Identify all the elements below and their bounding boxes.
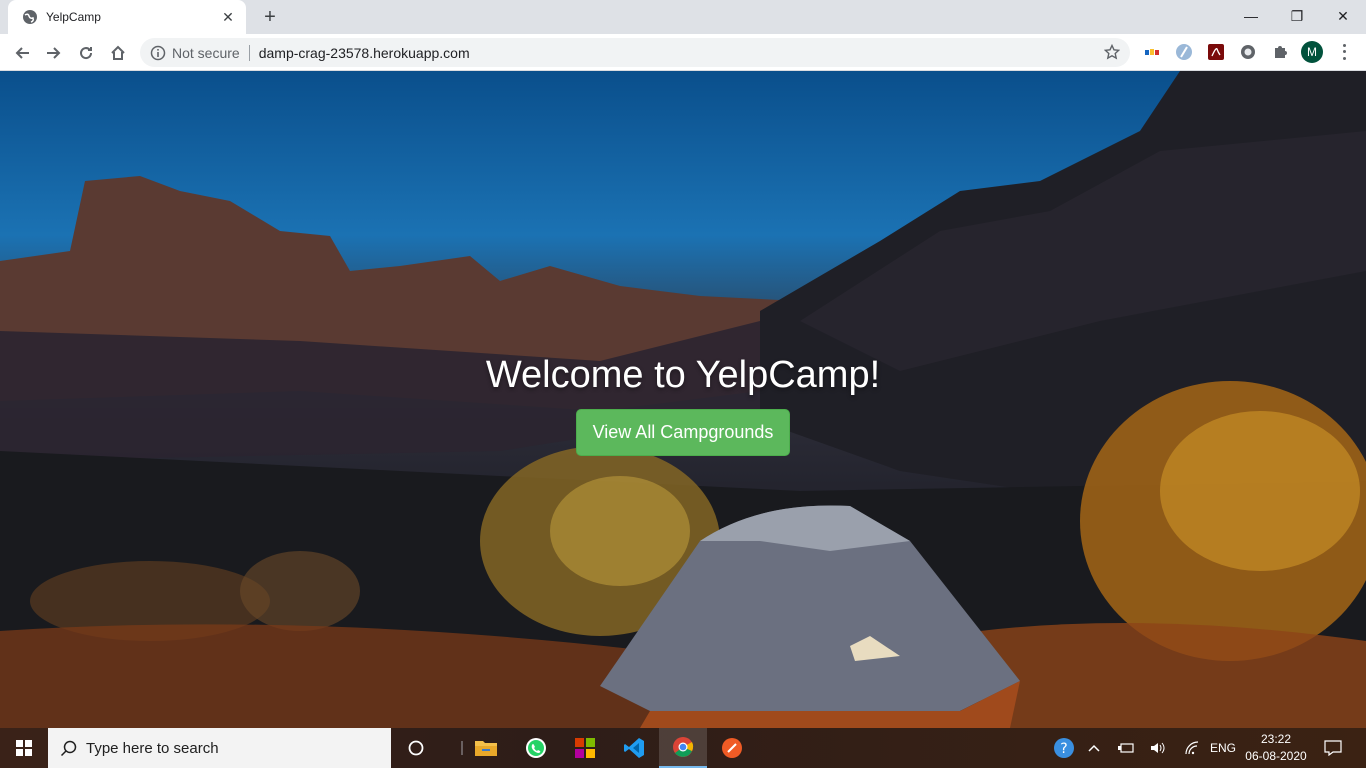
search-placeholder: Type here to search bbox=[86, 739, 219, 757]
divider bbox=[248, 44, 250, 61]
vscode-taskbar-button[interactable] bbox=[610, 728, 658, 768]
notification-icon bbox=[1324, 740, 1342, 756]
whatsapp-taskbar-button[interactable] bbox=[512, 728, 560, 768]
whatsapp-icon bbox=[526, 738, 546, 758]
show-hidden-icons-button[interactable] bbox=[1084, 728, 1104, 768]
tab-yelpcamp[interactable]: YelpCamp ✕ bbox=[8, 0, 246, 34]
battery-icon bbox=[1118, 743, 1134, 753]
url-text[interactable]: damp-crag-23578.herokuapp.com bbox=[259, 45, 470, 61]
forward-button[interactable] bbox=[40, 39, 68, 67]
chevron-up-icon bbox=[1088, 744, 1100, 752]
view-all-campgrounds-button[interactable]: View All Campgrounds bbox=[575, 409, 791, 456]
volume-tray-button[interactable] bbox=[1148, 728, 1168, 768]
back-button[interactable] bbox=[8, 39, 36, 67]
minimize-button[interactable]: — bbox=[1228, 0, 1274, 32]
arrow-right-icon bbox=[47, 47, 61, 59]
windows-taskbar: Type here to search ? ENG 23:22 06-08-20… bbox=[0, 728, 1366, 768]
vscode-icon bbox=[624, 738, 644, 758]
pdf-extension-icon[interactable] bbox=[1207, 43, 1225, 61]
close-window-button[interactable]: ✕ bbox=[1320, 0, 1366, 32]
browser-toolbar: Not secure damp-crag-23578.herokuapp.com… bbox=[0, 34, 1366, 71]
postman-icon bbox=[722, 738, 742, 758]
hero-section: Welcome to YelpCamp! View All Campground… bbox=[0, 71, 1366, 728]
language-indicator[interactable]: ENG bbox=[1208, 728, 1238, 768]
extension-tricolor-icon[interactable] bbox=[1143, 43, 1161, 61]
svg-text:?: ? bbox=[1060, 741, 1067, 757]
network-tray-button[interactable] bbox=[1182, 728, 1202, 768]
restore-button[interactable]: ❐ bbox=[1274, 0, 1320, 32]
info-icon[interactable] bbox=[150, 45, 166, 61]
extension-blue-icon[interactable] bbox=[1175, 43, 1193, 61]
new-tab-button[interactable]: + bbox=[258, 5, 282, 29]
more-menu-icon[interactable] bbox=[1336, 42, 1352, 62]
page-title: Welcome to YelpCamp! bbox=[485, 354, 881, 396]
puzzle-extensions-icon[interactable] bbox=[1271, 43, 1289, 61]
security-label: Not secure bbox=[172, 44, 240, 61]
windows-logo-icon bbox=[16, 740, 32, 756]
globe-icon bbox=[22, 9, 38, 25]
address-bar[interactable]: Not secure damp-crag-23578.herokuapp.com bbox=[140, 38, 1130, 67]
help-tray-button[interactable]: ? bbox=[1050, 728, 1078, 768]
notifications-button[interactable] bbox=[1318, 728, 1348, 768]
file-explorer-taskbar-button[interactable] bbox=[462, 728, 510, 768]
reload-button[interactable] bbox=[72, 39, 100, 67]
help-question-icon: ? bbox=[1054, 738, 1074, 758]
chrome-taskbar-button[interactable] bbox=[659, 728, 707, 768]
extension-circle-icon[interactable] bbox=[1239, 43, 1257, 61]
speaker-icon bbox=[1151, 742, 1165, 754]
cortana-circle-icon bbox=[408, 740, 424, 756]
system-clock[interactable]: 23:22 06-08-2020 bbox=[1236, 731, 1316, 765]
clock-date: 06-08-2020 bbox=[1245, 749, 1307, 763]
office-apps-icon bbox=[575, 738, 595, 758]
battery-tray-button[interactable] bbox=[1116, 728, 1136, 768]
cortana-button[interactable] bbox=[392, 728, 440, 768]
home-icon bbox=[111, 45, 125, 60]
postman-taskbar-button[interactable] bbox=[708, 728, 756, 768]
arrow-left-icon bbox=[15, 47, 29, 59]
windows-start-button[interactable] bbox=[0, 728, 48, 768]
tab-title: YelpCamp bbox=[46, 10, 101, 24]
browser-tab-strip: YelpCamp ✕ + — ❐ ✕ bbox=[0, 0, 1366, 34]
landing-page: Welcome to YelpCamp! View All Campground… bbox=[0, 71, 1366, 728]
home-button[interactable] bbox=[104, 39, 132, 67]
close-tab-icon[interactable]: ✕ bbox=[220, 9, 236, 26]
clock-time: 23:22 bbox=[1260, 732, 1292, 746]
folder-icon bbox=[475, 741, 497, 756]
office-taskbar-button[interactable] bbox=[561, 728, 609, 768]
chrome-icon bbox=[673, 737, 694, 757]
wifi-icon bbox=[1185, 741, 1199, 755]
search-icon bbox=[60, 740, 77, 757]
taskbar-search-box[interactable]: Type here to search bbox=[48, 728, 391, 768]
reload-icon bbox=[80, 47, 93, 60]
bookmark-star-icon[interactable] bbox=[1104, 44, 1120, 60]
profile-avatar[interactable]: M bbox=[1301, 41, 1323, 63]
